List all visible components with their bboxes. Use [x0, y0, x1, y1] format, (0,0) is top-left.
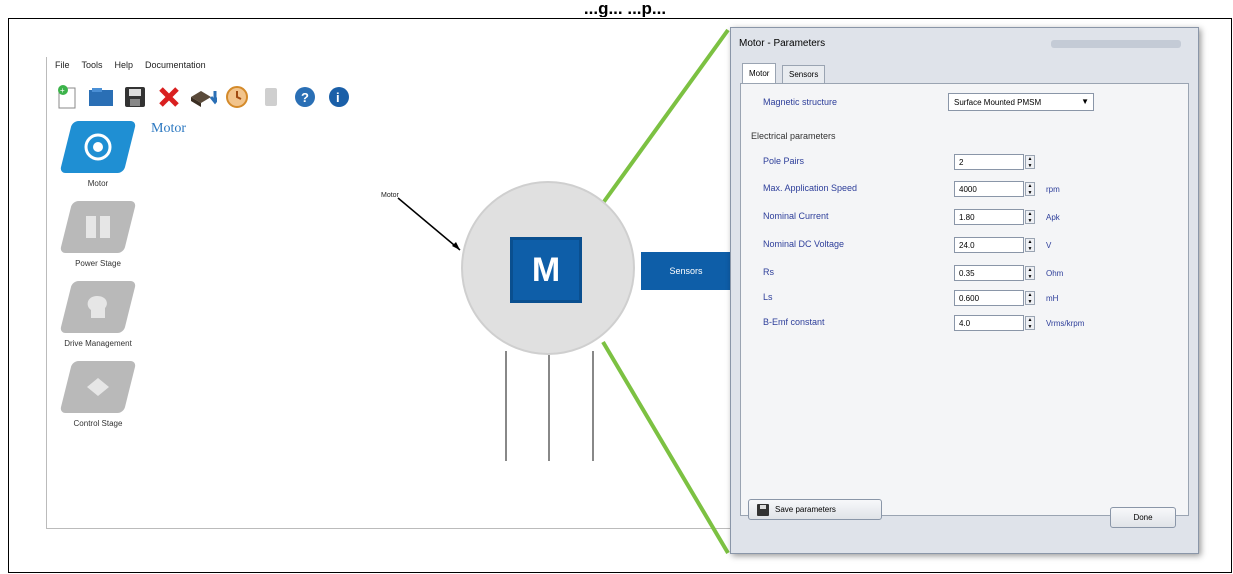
- param-label-nominal-current: Nominal Current: [763, 211, 829, 221]
- spinner-icon[interactable]: ▲ ▼: [1025, 238, 1035, 252]
- tab-motor[interactable]: Motor: [742, 63, 777, 83]
- spinner-icon[interactable]: ▲ ▼: [1025, 155, 1035, 169]
- bemf-field[interactable]: 4.0 ▲ ▼: [954, 315, 1035, 331]
- rs-field[interactable]: 0.35 ▲ ▼: [954, 265, 1035, 281]
- chevron-down-icon: ▼: [1081, 97, 1089, 106]
- select-value: Surface Mounted PMSM: [954, 97, 1042, 107]
- wire: [548, 355, 550, 461]
- spinner-icon[interactable]: ▲ ▼: [1025, 291, 1035, 305]
- param-label-ls: Ls: [763, 292, 773, 302]
- unit-bemf: Vrms/krpm: [1046, 319, 1085, 328]
- dialog-title: Motor - Parameters: [739, 38, 826, 49]
- max-speed-field[interactable]: 4000 ▲ ▼: [954, 181, 1035, 197]
- motor-block[interactable]: M: [510, 237, 582, 303]
- motor-parameters-dialog: Motor - Parameters Motor Sensors Magneti…: [730, 27, 1199, 554]
- save-parameters-button[interactable]: Save parameters: [748, 499, 882, 520]
- sensors-block[interactable]: Sensors: [641, 252, 731, 290]
- field-value: 2: [959, 157, 964, 167]
- magnetic-structure-select[interactable]: Surface Mounted PMSM ▼: [948, 93, 1094, 111]
- field-value: 24.0: [959, 240, 975, 250]
- field-value: 4.0: [959, 318, 971, 328]
- param-label-bemf: B-Emf constant: [763, 317, 825, 327]
- blurred-title-text: [1051, 40, 1181, 48]
- field-value: 1.80: [959, 212, 975, 222]
- unit-nominal-current: Apk: [1046, 213, 1060, 222]
- param-label-max-speed: Max. Application Speed: [763, 183, 858, 193]
- param-label-nominal-dc-voltage: Nominal DC Voltage: [763, 239, 845, 249]
- electrical-parameters-label: Electrical parameters: [751, 131, 836, 141]
- save-parameters-label: Save parameters: [775, 505, 836, 514]
- field-value: 0.35: [959, 268, 975, 278]
- done-button[interactable]: Done: [1110, 507, 1176, 528]
- spinner-icon[interactable]: ▲ ▼: [1025, 316, 1035, 330]
- pole-pairs-field[interactable]: 2 ▲ ▼: [954, 154, 1035, 170]
- nominal-current-field[interactable]: 1.80 ▲ ▼: [954, 209, 1035, 225]
- field-value: 4000: [959, 184, 977, 194]
- spinner-icon[interactable]: ▲ ▼: [1025, 210, 1035, 224]
- param-label-pole-pairs: Pole Pairs: [763, 156, 805, 166]
- spinner-icon[interactable]: ▲ ▼: [1025, 182, 1035, 196]
- wire: [505, 351, 507, 461]
- unit-nominal-dc-voltage: V: [1046, 241, 1052, 250]
- field-value: 0.600: [959, 293, 980, 303]
- spinner-icon[interactable]: ▲ ▼: [1025, 266, 1035, 280]
- ls-field[interactable]: 0.600 ▲ ▼: [954, 290, 1035, 306]
- unit-ls: mH: [1046, 294, 1059, 303]
- save-icon: [757, 503, 769, 516]
- param-label-rs: Rs: [763, 267, 774, 277]
- wire: [592, 351, 594, 461]
- unit-rs: Ohm: [1046, 269, 1064, 278]
- magnetic-structure-label: Magnetic structure: [763, 97, 838, 107]
- tab-sensors[interactable]: Sensors: [782, 65, 826, 83]
- unit-max-speed: rpm: [1046, 185, 1060, 194]
- nominal-dc-voltage-field[interactable]: 24.0 ▲ ▼: [954, 237, 1035, 253]
